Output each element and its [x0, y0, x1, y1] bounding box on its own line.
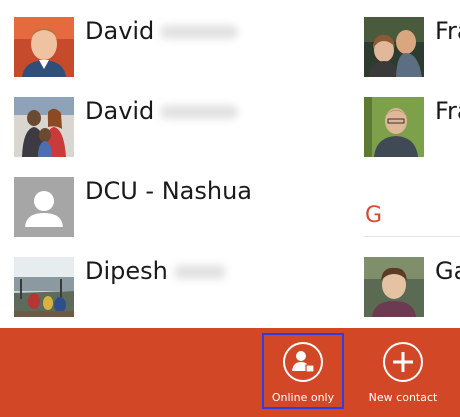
add-icon	[383, 342, 423, 382]
online-only-button[interactable]: Online only	[262, 333, 344, 409]
contact-photo	[14, 97, 74, 157]
contact-tile[interactable]: Fra	[364, 97, 460, 157]
hidden-surname	[160, 25, 239, 39]
online-only-icon	[283, 342, 323, 382]
default-avatar-icon	[14, 177, 74, 237]
contact-name: David	[85, 16, 239, 46]
new-contact-button[interactable]: New contact	[362, 333, 444, 409]
contact-tile[interactable]: Ga	[364, 257, 460, 317]
group-header-letter[interactable]: G	[365, 203, 382, 228]
contact-name: DCU - Nashua	[85, 177, 253, 205]
contact-photo	[364, 97, 424, 157]
hidden-surname	[160, 105, 239, 119]
contact-tile[interactable]: DCU - Nashua	[14, 177, 314, 237]
group-divider	[363, 236, 460, 237]
app-bar: Online only New contact	[0, 328, 460, 417]
new-contact-label: New contact	[368, 391, 438, 404]
contact-tile[interactable]: Fra	[364, 17, 460, 77]
online-only-label: Online only	[271, 391, 335, 404]
contact-photo	[364, 17, 424, 77]
contact-tile[interactable]: Dipesh	[14, 257, 314, 317]
contact-name: Dipesh	[85, 256, 226, 286]
contact-photo	[14, 17, 74, 77]
contact-photo	[364, 257, 424, 317]
hidden-surname	[173, 265, 226, 279]
contact-tile[interactable]: David	[14, 97, 314, 157]
contact-photo	[14, 257, 74, 317]
contact-name: Fra	[435, 17, 460, 45]
contact-name: Fra	[435, 97, 460, 125]
contact-name: Ga	[435, 257, 460, 285]
contact-name: David	[85, 96, 239, 126]
contact-tile[interactable]: David	[14, 17, 314, 77]
